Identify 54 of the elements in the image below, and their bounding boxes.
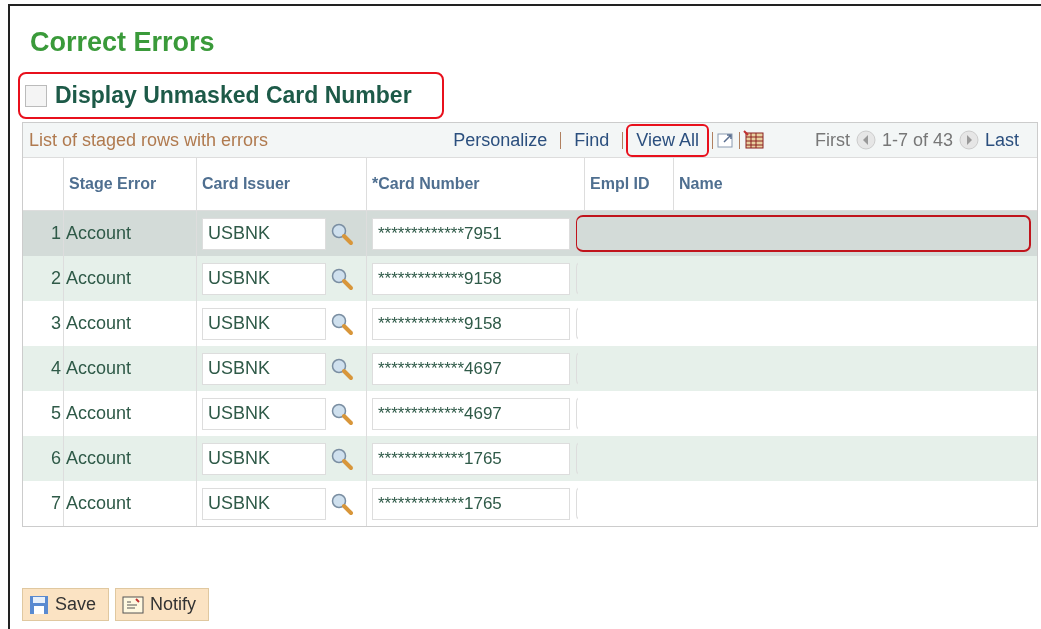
page-title: Correct Errors: [30, 26, 216, 58]
input-field[interactable]: USBNK: [202, 217, 326, 250]
input-field[interactable]: *************9158: [372, 307, 570, 340]
column-header: Empl ID: [584, 158, 673, 210]
search-icon[interactable]: [330, 221, 354, 246]
grid-link[interactable]: Personalize: [443, 123, 558, 157]
search-icon[interactable]: [330, 401, 354, 426]
table-row[interactable]: 4 Account USBNK *************4697: [23, 346, 1037, 391]
row-number: 3: [50, 312, 62, 335]
column-header: Card Issuer: [196, 158, 366, 210]
search-icon[interactable]: [330, 446, 354, 471]
search-icon[interactable]: [330, 311, 354, 336]
row-number: 5: [50, 402, 62, 425]
column-header: Name: [673, 158, 1037, 210]
table-row[interactable]: 2 Account USBNK *************9158: [23, 256, 1037, 301]
save-button[interactable]: Save: [22, 588, 110, 621]
row-number: 6: [50, 447, 62, 470]
zoom-icon[interactable]: [715, 130, 736, 150]
input-field[interactable]: USBNK: [202, 307, 326, 340]
table-cell: Account: [63, 481, 196, 526]
table-row[interactable]: 6 Account USBNK *************1765: [23, 436, 1037, 481]
search-icon[interactable]: [330, 356, 354, 381]
search-icon[interactable]: [330, 491, 354, 516]
input-field[interactable]: USBNK: [202, 262, 326, 295]
grid-link[interactable]: Find: [564, 123, 620, 157]
row-number: 7: [50, 492, 62, 515]
input-field[interactable]: *************4697: [372, 397, 570, 430]
row-number: 4: [50, 357, 62, 380]
input-field[interactable]: USBNK: [202, 487, 326, 520]
table-row[interactable]: 1 Account USBNK *************7951: [23, 211, 1037, 256]
checkbox[interactable]: [25, 84, 47, 107]
previous-icon[interactable]: [855, 130, 876, 150]
checkbox-label: Display Unmasked Card Number: [55, 82, 412, 109]
row-number: 1: [50, 222, 62, 245]
next-icon[interactable]: [958, 130, 979, 150]
notify-button[interactable]: Notify: [115, 588, 210, 621]
grid-caption: List of staged rows with errors: [29, 129, 270, 151]
column-header: *Card Number: [366, 158, 584, 210]
last-link[interactable]: Last: [984, 129, 1019, 151]
input-field[interactable]: *************1765: [372, 442, 570, 475]
input-field[interactable]: *************1765: [372, 487, 570, 520]
input-field[interactable]: *************9158: [372, 262, 570, 295]
input-field[interactable]: USBNK: [202, 397, 326, 430]
column-header: Stage Error: [63, 158, 196, 210]
input-field[interactable]: USBNK: [202, 442, 326, 475]
page-range: 1-7 of 43: [881, 129, 953, 151]
input-field[interactable]: *************7951: [372, 217, 570, 250]
row-number: 2: [50, 267, 62, 290]
grid-link[interactable]: View All: [626, 123, 709, 157]
input-field[interactable]: USBNK: [202, 352, 326, 385]
input-field[interactable]: *************4697: [372, 352, 570, 385]
note-icon: [122, 595, 145, 614]
spreadsheet-icon[interactable]: [742, 130, 765, 150]
search-icon[interactable]: [330, 266, 354, 291]
